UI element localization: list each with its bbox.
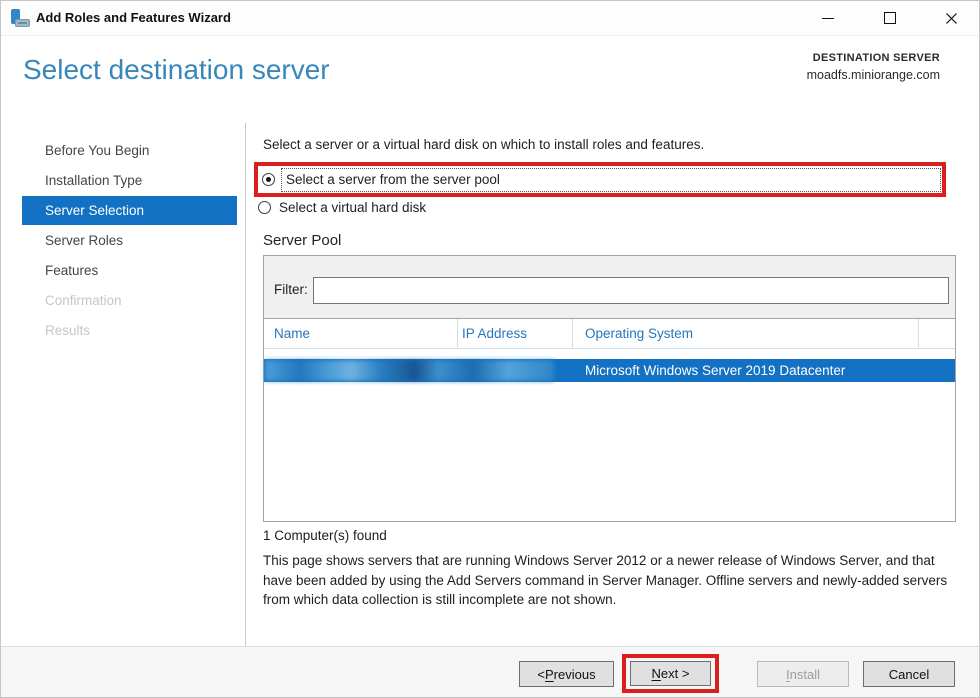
page-title: Select destination server bbox=[23, 54, 330, 86]
wizard-header: Select destination server DESTINATION SE… bbox=[1, 36, 979, 123]
column-header-ip-address[interactable]: IP Address bbox=[462, 319, 527, 349]
table-row-selected-server[interactable]: Microsoft Windows Server 2019 Datacenter bbox=[264, 359, 955, 382]
column-separator bbox=[572, 319, 573, 348]
filter-input[interactable] bbox=[313, 277, 949, 304]
radio-unselected-icon[interactable] bbox=[258, 201, 271, 214]
filter-label: Filter: bbox=[274, 282, 308, 297]
cancel-button[interactable]: Cancel bbox=[863, 661, 955, 687]
sidebar-item-installation-type[interactable]: Installation Type bbox=[22, 166, 237, 195]
close-button[interactable] bbox=[930, 1, 972, 35]
annotation-box-server-pool-radio: Select a server from the server pool bbox=[254, 162, 946, 197]
server-pool-title: Server Pool bbox=[263, 232, 341, 249]
sidebar-item-features[interactable]: Features bbox=[22, 256, 237, 285]
minimize-button[interactable] bbox=[807, 1, 849, 35]
table-header-row: Name IP Address Operating System bbox=[264, 319, 955, 349]
wizard-window: Add Roles and Features Wizard Select des… bbox=[0, 0, 980, 698]
column-separator bbox=[457, 319, 458, 348]
app-icon-base bbox=[15, 19, 30, 27]
window-title: Add Roles and Features Wizard bbox=[36, 1, 231, 35]
radio-virtual-hard-disk[interactable]: Select a virtual hard disk bbox=[258, 200, 426, 215]
radio-selected-icon[interactable] bbox=[262, 173, 275, 186]
redacted-name-ip-cell bbox=[265, 360, 554, 381]
destination-server-block: DESTINATION SERVER moadfs.miniorange.com bbox=[807, 52, 940, 82]
sidebar-item-before-you-begin[interactable]: Before You Begin bbox=[22, 136, 237, 165]
install-button: Install bbox=[757, 661, 849, 687]
server-pool-panel: Filter: Name IP Address Operating System… bbox=[263, 255, 956, 522]
footer-bar: < Previous Next > Install Cancel bbox=[1, 646, 979, 698]
radio-server-pool-label[interactable]: Select a server from the server pool bbox=[281, 168, 941, 192]
column-header-name[interactable]: Name bbox=[274, 319, 310, 349]
column-separator bbox=[918, 319, 919, 348]
app-icon bbox=[11, 9, 31, 27]
radio-virtual-hard-disk-label: Select a virtual hard disk bbox=[279, 200, 426, 215]
sidebar-item-server-selection[interactable]: Server Selection bbox=[22, 196, 237, 225]
column-header-operating-system[interactable]: Operating System bbox=[585, 319, 693, 349]
next-button[interactable]: Next > bbox=[630, 661, 711, 686]
close-icon bbox=[945, 12, 958, 25]
wizard-steps-sidebar: Before You Begin Installation Type Serve… bbox=[1, 123, 246, 646]
sidebar-item-confirmation: Confirmation bbox=[22, 286, 237, 315]
previous-button[interactable]: < Previous bbox=[519, 661, 614, 687]
intro-text: Select a server or a virtual hard disk o… bbox=[263, 137, 704, 152]
destination-server-name: moadfs.miniorange.com bbox=[807, 68, 940, 82]
sidebar-item-results: Results bbox=[22, 316, 237, 345]
computers-found-text: 1 Computer(s) found bbox=[263, 528, 387, 543]
page-description: This page shows servers that are running… bbox=[263, 551, 958, 610]
server-pool-table: Name IP Address Operating System Microso… bbox=[264, 318, 955, 521]
destination-server-label: DESTINATION SERVER bbox=[807, 52, 940, 64]
radio-server-pool[interactable]: Select a server from the server pool bbox=[258, 166, 942, 193]
title-bar: Add Roles and Features Wizard bbox=[1, 1, 979, 36]
maximize-icon bbox=[884, 12, 896, 24]
row-operating-system-cell: Microsoft Windows Server 2019 Datacenter bbox=[585, 359, 845, 382]
minimize-icon bbox=[822, 18, 834, 19]
maximize-button[interactable] bbox=[869, 1, 911, 35]
sidebar-item-server-roles[interactable]: Server Roles bbox=[22, 226, 237, 255]
